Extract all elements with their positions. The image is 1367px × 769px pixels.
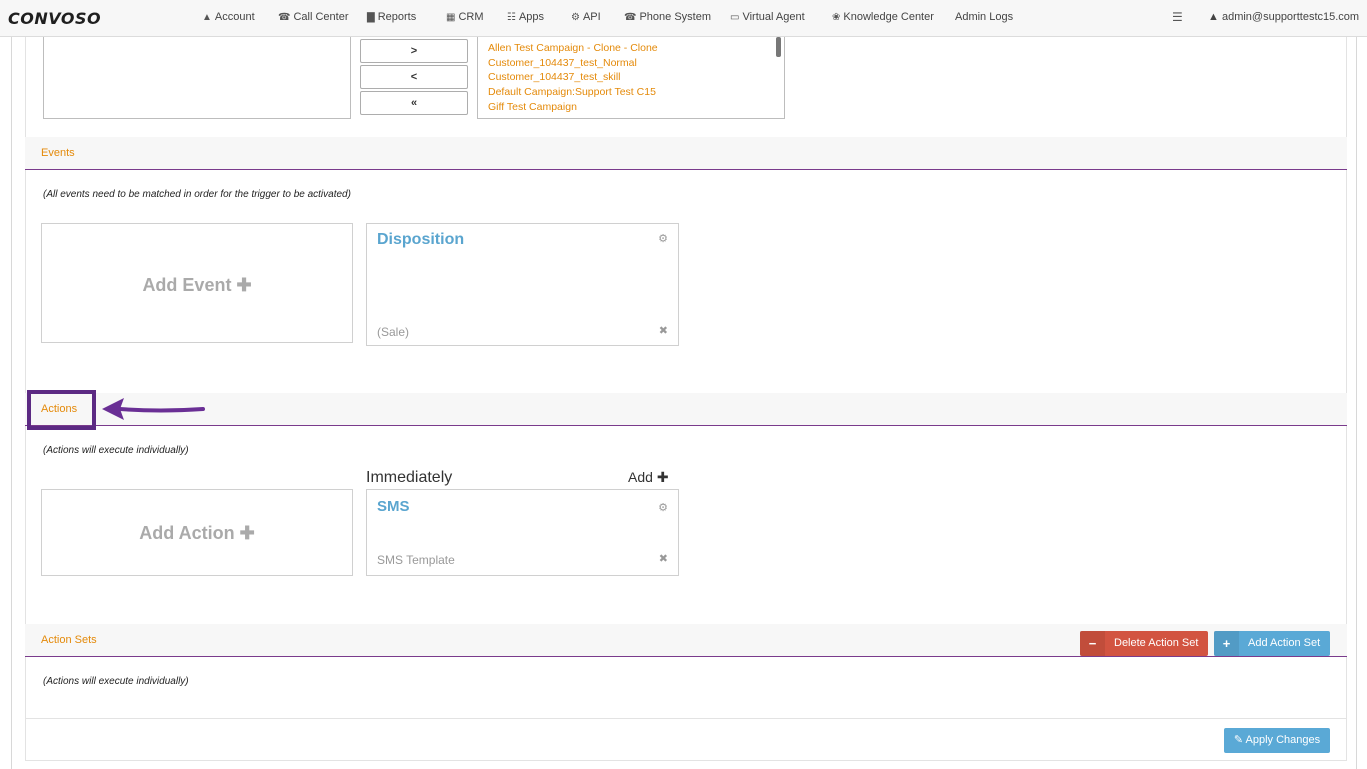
grid-icon: ☷ <box>507 12 516 23</box>
plus-icon: + <box>1214 631 1239 656</box>
bar-chart-icon: ▇ <box>367 12 375 23</box>
events-section-header: Events <box>25 137 1347 170</box>
add-action-set-button[interactable]: + Add Action Set <box>1214 631 1330 656</box>
nav-reports[interactable]: ▇ Reports <box>367 11 416 23</box>
nav-call-center[interactable]: ☎ Call Center <box>278 11 349 23</box>
action-title: SMS <box>377 498 410 515</box>
gear-icon[interactable]: ⚙ <box>658 501 668 514</box>
container-border-right <box>1356 37 1357 769</box>
phone-icon: ☎ <box>278 12 291 23</box>
section-title: Events <box>41 147 75 159</box>
close-icon[interactable]: ✖ <box>659 324 668 337</box>
list-item[interactable]: Customer_104437_test_skill <box>488 71 621 83</box>
user-icon: ▲ <box>1208 11 1219 23</box>
nav-crm[interactable]: ▦ CRM <box>446 11 484 23</box>
action-card-sms[interactable]: SMS ⚙ SMS Template ✖ <box>366 489 679 576</box>
monitor-icon: ▭ <box>730 12 740 23</box>
action-timing-label: Immediately <box>366 469 453 486</box>
delete-action-set-button[interactable]: − Delete Action Set <box>1080 631 1208 656</box>
gear-icon: ⚙ <box>571 12 580 23</box>
add-action-card[interactable]: Add Action ✚ <box>41 489 353 576</box>
section-title: Action Sets <box>41 634 97 646</box>
apply-changes-button[interactable]: ✎ Apply Changes <box>1224 728 1330 753</box>
highlight-box <box>27 390 96 430</box>
nav-account[interactable]: ▲ Account <box>202 11 255 23</box>
annotation-arrow <box>102 398 205 420</box>
container-border-left <box>11 37 12 769</box>
nav-virtual-agent[interactable]: ▭ Virtual Agent <box>730 11 805 23</box>
list-item[interactable]: Customer_104437_test_Normal <box>488 57 637 69</box>
list-item[interactable]: Giff Test Campaign <box>488 101 577 113</box>
event-title: Disposition <box>377 231 465 248</box>
add-action-link[interactable]: Add ✚ <box>628 469 669 486</box>
move-right-button[interactable]: > <box>360 39 468 63</box>
top-navbar: CONVOSO ▲ Account ☎ Call Center ▇ Reports ▦… <box>0 0 1367 37</box>
actions-section-header: Actions <box>25 393 1347 426</box>
logo[interactable]: CONVOSO <box>8 9 101 28</box>
nav-knowledge-center[interactable]: ❀ Knowledge Center <box>832 11 934 23</box>
nav-admin-logs[interactable]: Admin Logs <box>955 11 1013 23</box>
gear-icon[interactable]: ⚙ <box>658 232 668 245</box>
lightbulb-icon: ❀ <box>832 12 841 23</box>
phone-icon: ☎ <box>624 12 637 23</box>
nav-apps[interactable]: ☷ Apps <box>507 11 544 23</box>
action-value: SMS Template <box>377 553 455 567</box>
plus-icon: ✚ <box>236 275 252 295</box>
events-note: (All events need to be matched in order … <box>43 189 351 200</box>
edit-icon: ✎ <box>1233 734 1244 746</box>
plus-icon: ✚ <box>239 523 255 543</box>
list-scrollbar[interactable] <box>776 37 781 57</box>
actions-note: (Actions will execute individually) <box>43 445 189 456</box>
table-icon: ▦ <box>446 12 456 23</box>
minus-icon: − <box>1080 631 1105 656</box>
move-left-button[interactable]: < <box>360 65 468 89</box>
database-icon[interactable]: ☰ <box>1172 10 1183 24</box>
action-sets-note: (Actions will execute individually) <box>43 676 189 687</box>
move-all-left-button[interactable]: « <box>360 91 468 115</box>
plus-icon: ✚ <box>656 469 669 485</box>
nav-api[interactable]: ⚙ API <box>571 11 601 23</box>
nav-phone-system[interactable]: ☎ Phone System <box>624 11 711 23</box>
list-item[interactable]: Allen Test Campaign - Clone - Clone <box>488 42 658 54</box>
user-menu[interactable]: ▲ admin@supporttestc15.com <box>1208 11 1359 23</box>
add-event-card[interactable]: Add Event ✚ <box>41 223 353 343</box>
close-icon[interactable]: ✖ <box>659 552 668 565</box>
user-icon: ▲ <box>202 12 212 23</box>
event-value: (Sale) <box>377 325 410 339</box>
list-item[interactable]: Default Campaign:Support Test C15 <box>488 86 656 98</box>
divider <box>25 718 1347 719</box>
event-card-disposition[interactable]: Disposition ⚙ (Sale) ✖ <box>366 223 679 346</box>
available-campaigns-list[interactable] <box>43 37 351 119</box>
